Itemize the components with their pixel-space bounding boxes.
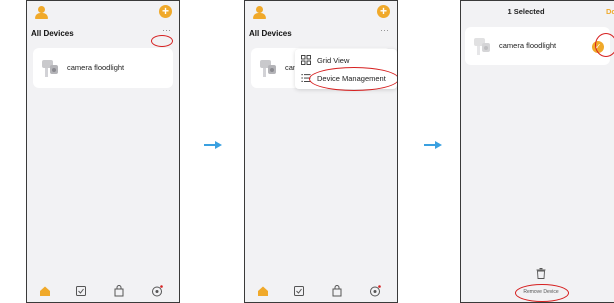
bag-icon[interactable] (331, 285, 343, 297)
device-name: camera floodlight (67, 63, 125, 72)
annotation-circle (595, 33, 614, 57)
device-name: camera floodlight (499, 41, 557, 50)
scene-icon[interactable] (293, 285, 305, 297)
device-card-selected[interactable]: camera floodlight ✓ (465, 27, 610, 65)
device-card[interactable]: camera floodlight (33, 48, 173, 88)
screen-device-management: 1 Selected Do camera floodlight ✓ Remove… (460, 0, 614, 303)
screen-all-devices: + All Devices ··· camera floodlight (26, 0, 180, 303)
camera-icon (260, 60, 276, 77)
user-icon[interactable] (35, 6, 48, 19)
add-device-button[interactable]: + (159, 5, 172, 18)
annotation-circle (151, 35, 173, 47)
user-icon[interactable] (253, 6, 266, 19)
menu-item-grid-view[interactable]: Grid View (301, 53, 349, 67)
right-arrow-icon (204, 141, 222, 149)
me-icon[interactable] (151, 285, 163, 297)
top-bar: + (245, 1, 397, 23)
add-device-button[interactable]: + (377, 5, 390, 18)
annotation-circle (515, 284, 569, 302)
right-arrow-icon (424, 141, 442, 149)
bag-icon[interactable] (113, 285, 125, 297)
more-options-button[interactable]: ··· (162, 25, 171, 35)
me-icon[interactable] (369, 285, 381, 297)
section-title: All Devices (249, 29, 292, 38)
camera-icon (42, 60, 58, 77)
home-icon[interactable] (39, 285, 51, 297)
trash-icon (536, 268, 546, 279)
done-button[interactable]: Do (606, 7, 614, 16)
camera-icon (474, 38, 490, 55)
more-options-button[interactable]: ··· (380, 25, 389, 35)
selection-count: 1 Selected (507, 7, 545, 16)
annotation-circle (309, 67, 397, 91)
home-icon[interactable] (257, 285, 269, 297)
menu-item-label: Grid View (317, 55, 350, 65)
tab-bar (27, 280, 179, 302)
scene-icon[interactable] (75, 285, 87, 297)
top-bar: + (27, 1, 179, 23)
screen-all-devices-menu: + All Devices ··· came Grid View (244, 0, 398, 303)
grid-icon (301, 55, 311, 65)
section-title: All Devices (31, 29, 74, 38)
tab-bar (245, 280, 397, 302)
